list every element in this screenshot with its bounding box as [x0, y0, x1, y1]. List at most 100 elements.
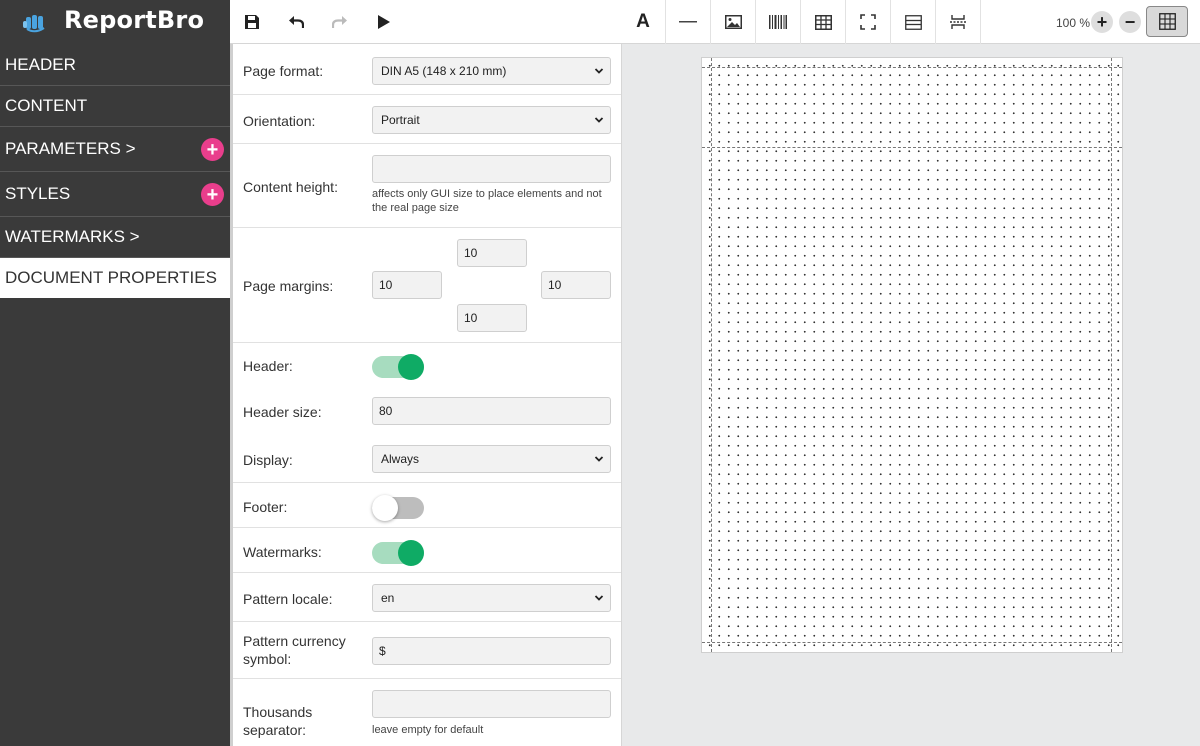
content-height-label: Content height: — [243, 178, 338, 196]
pattern-locale-select[interactable]: en — [372, 584, 611, 612]
toggle-knob — [372, 495, 398, 521]
orientation-label: Orientation: — [243, 112, 315, 130]
page-format-row: Page format: DIN A5 (148 x 210 mm) — [233, 44, 621, 95]
zoom-out-button[interactable]: − — [1119, 11, 1141, 33]
toolbar: A — [230, 0, 1200, 44]
report-page[interactable] — [701, 57, 1123, 653]
text-icon: A — [636, 11, 650, 33]
content-height-hint: affects only GUI size to place elements … — [372, 187, 612, 215]
preview-button[interactable] — [370, 0, 398, 44]
save-button[interactable] — [238, 0, 266, 44]
add-barcode-button[interactable] — [756, 0, 800, 44]
header-toggle[interactable] — [372, 352, 426, 380]
margin-top-input[interactable] — [457, 239, 527, 267]
sidebar-item-styles[interactable]: STYLES + — [0, 172, 230, 217]
sidebar-item-parameters[interactable]: PARAMETERS > + — [0, 127, 230, 172]
watermarks-label: Watermarks: — [243, 543, 322, 561]
sidebar-item-document-properties[interactable]: DOCUMENT PROPERTIES — [0, 258, 230, 298]
pattern-locale-label: Pattern locale: — [243, 590, 333, 608]
pattern-locale-value: en — [381, 591, 394, 605]
page-margins-row: Page margins: — [233, 228, 621, 343]
orientation-row: Orientation: Portrait — [233, 95, 621, 144]
footer-label: Footer: — [243, 498, 287, 516]
chevron-down-icon — [594, 593, 604, 603]
section-icon — [905, 15, 922, 30]
toggle-knob — [398, 354, 424, 380]
sidebar-item-label: HEADER — [5, 55, 76, 75]
page-margins-label: Page margins: — [243, 277, 333, 295]
header-size-row: Header size: — [233, 389, 621, 435]
content-height-input[interactable] — [372, 155, 611, 183]
header-row: Header: — [233, 343, 621, 389]
sidebar-item-label: PARAMETERS > — [5, 139, 136, 159]
footer-toggle[interactable] — [372, 493, 426, 521]
app-name: ReportBro — [64, 6, 204, 34]
sidebar-item-label: WATERMARKS > — [5, 227, 140, 247]
display-row: Display: Always — [233, 435, 621, 483]
display-value: Always — [381, 452, 419, 466]
footer-row: Footer: — [233, 483, 621, 528]
sidebar-item-header[interactable]: HEADER — [0, 44, 230, 86]
chevron-down-icon — [594, 66, 604, 76]
margin-bottom-input[interactable] — [457, 304, 527, 332]
sidebar-item-content[interactable]: CONTENT — [0, 86, 230, 127]
chevron-down-icon — [594, 115, 604, 125]
undo-button[interactable] — [282, 0, 310, 44]
margin-guide-bottom — [702, 642, 1122, 643]
watermarks-toggle[interactable] — [372, 538, 426, 566]
sidebar-item-label: STYLES — [5, 184, 70, 204]
add-section-button[interactable] — [891, 0, 935, 44]
design-canvas[interactable] — [622, 44, 1200, 746]
image-icon — [725, 15, 742, 29]
pattern-currency-label: Pattern currency symbol: — [243, 632, 363, 668]
header-band-divider — [702, 147, 1122, 148]
page-format-value: DIN A5 (148 x 210 mm) — [381, 64, 506, 78]
page-break-icon — [950, 14, 966, 30]
page-format-select[interactable]: DIN A5 (148 x 210 mm) — [372, 57, 611, 85]
play-icon — [377, 14, 391, 30]
app-logo: ReportBro — [0, 0, 230, 44]
add-text-button[interactable]: A — [621, 0, 665, 44]
header-size-label: Header size: — [243, 403, 322, 421]
page-format-label: Page format: — [243, 62, 323, 80]
undo-icon — [288, 15, 304, 29]
content-height-row: Content height: affects only GUI size to… — [233, 144, 621, 228]
header-label: Header: — [243, 357, 293, 375]
document-properties-panel: Page format: DIN A5 (148 x 210 mm) Orien… — [230, 44, 622, 746]
add-page-break-button[interactable] — [936, 0, 980, 44]
add-frame-button[interactable] — [846, 0, 890, 44]
display-label: Display: — [243, 451, 293, 469]
sidebar-item-watermarks[interactable]: WATERMARKS > — [0, 217, 230, 258]
chevron-down-icon — [594, 454, 604, 464]
pattern-currency-row: Pattern currency symbol: — [233, 622, 621, 679]
redo-button[interactable] — [326, 0, 354, 44]
thousands-separator-hint: leave empty for default — [372, 723, 612, 737]
orientation-select[interactable]: Portrait — [372, 106, 611, 134]
watermarks-row: Watermarks: — [233, 528, 621, 573]
add-table-button[interactable] — [801, 0, 845, 44]
toggle-knob — [398, 540, 424, 566]
barcode-icon — [769, 15, 787, 29]
display-select[interactable]: Always — [372, 445, 611, 473]
line-icon — [679, 20, 697, 24]
add-line-button[interactable] — [666, 0, 710, 44]
pattern-locale-row: Pattern locale: en — [233, 573, 621, 622]
frame-icon — [860, 14, 876, 30]
add-image-button[interactable] — [711, 0, 755, 44]
margin-left-input[interactable] — [372, 271, 442, 299]
zoom-in-button[interactable]: + — [1091, 11, 1113, 33]
table-icon — [815, 15, 832, 30]
add-parameter-button[interactable]: + — [201, 138, 224, 161]
header-size-input[interactable] — [372, 397, 611, 425]
sidebar: ReportBro HEADER CONTENT PARAMETERS > + … — [0, 0, 230, 746]
add-style-button[interactable]: + — [201, 183, 224, 206]
toolbar-divider — [980, 0, 981, 44]
grid-icon — [1159, 13, 1176, 30]
redo-icon — [332, 15, 348, 29]
grid-toggle-button[interactable] — [1146, 6, 1188, 37]
margin-right-input[interactable] — [541, 271, 611, 299]
thousands-separator-row: Thousands separator: leave empty for def… — [233, 679, 621, 746]
pattern-currency-input[interactable] — [372, 637, 611, 665]
thousands-separator-input[interactable] — [372, 690, 611, 718]
save-icon — [244, 14, 260, 30]
